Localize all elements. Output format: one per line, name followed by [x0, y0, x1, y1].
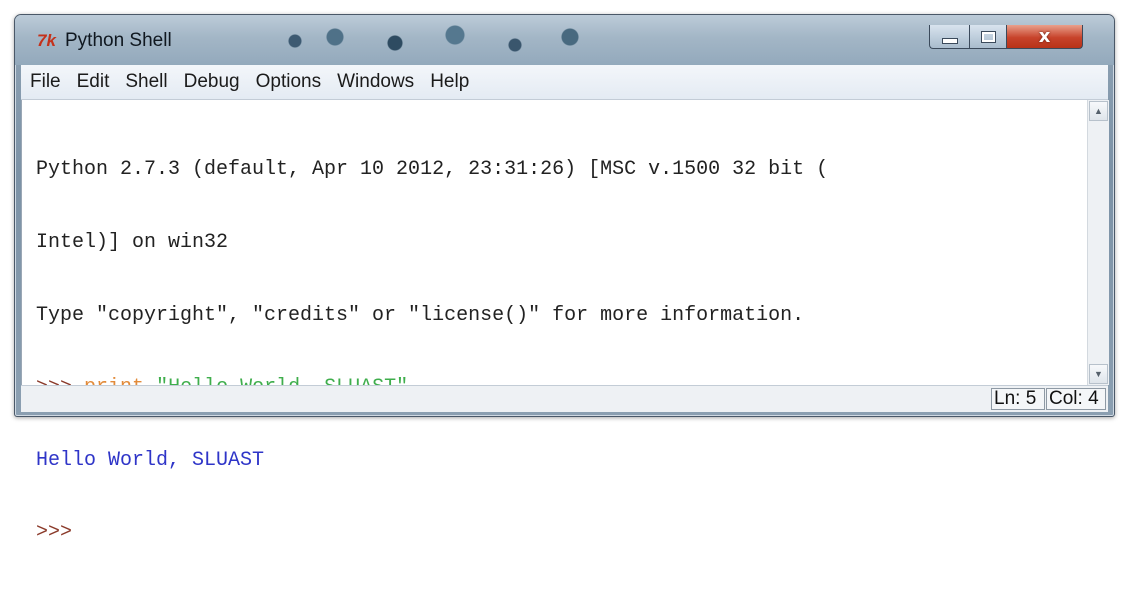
menu-shell[interactable]: Shell	[118, 71, 174, 93]
shell-prompt: >>>	[36, 521, 73, 545]
vertical-scrollbar[interactable]: ▲ ▼	[1087, 100, 1109, 385]
menu-file[interactable]: File	[23, 71, 68, 93]
close-icon: x	[1038, 26, 1051, 47]
minimize-button[interactable]	[929, 25, 969, 49]
program-output: Hello World, SLUAST	[36, 448, 265, 472]
menu-edit[interactable]: Edit	[70, 71, 117, 93]
scroll-up-button[interactable]: ▲	[1089, 101, 1108, 121]
window-title: Python Shell	[65, 30, 172, 51]
menu-help[interactable]: Help	[423, 71, 476, 93]
shell-output: Python 2.7.3 (default, Apr 10 2012, 23:3…	[36, 110, 1076, 594]
status-bar: Ln: 5 Col: 4	[21, 385, 1108, 412]
menu-options[interactable]: Options	[249, 71, 328, 93]
close-button[interactable]: x	[1007, 25, 1083, 49]
banner-line: Type "copyright", "credits" or "license(…	[36, 303, 805, 327]
banner-line: Python 2.7.3 (default, Apr 10 2012, 23:3…	[36, 158, 829, 182]
title-bar[interactable]: 7k Python Shell x	[15, 15, 1114, 65]
shell-text-area[interactable]: Python 2.7.3 (default, Apr 10 2012, 23:3…	[21, 100, 1109, 544]
banner-line: Intel)] on win32	[36, 231, 229, 254]
minimize-icon	[941, 37, 958, 44]
maximize-icon	[981, 31, 995, 42]
menu-windows[interactable]: Windows	[330, 71, 421, 93]
menu-debug[interactable]: Debug	[177, 71, 247, 93]
maximize-button[interactable]	[969, 25, 1007, 49]
menu-bar: File Edit Shell Debug Options Windows He…	[21, 65, 1108, 100]
line-number-status: Ln: 5	[991, 388, 1045, 410]
column-number-status: Col: 4	[1046, 388, 1106, 410]
scroll-down-button[interactable]: ▼	[1089, 364, 1108, 384]
python-shell-window: 7k Python Shell x File Edit Shell Debug …	[14, 14, 1115, 544]
idle-tk-icon: 7k	[37, 31, 56, 50]
